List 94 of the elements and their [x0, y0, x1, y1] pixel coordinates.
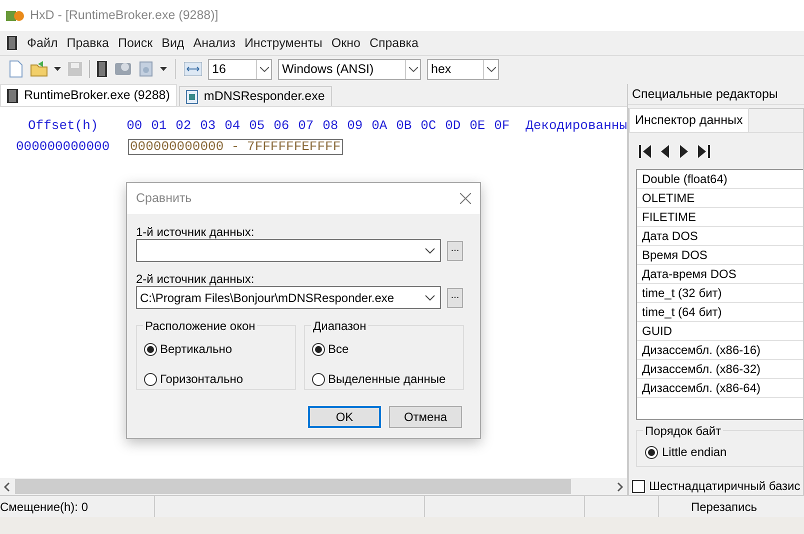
column-header: 0B	[396, 117, 413, 136]
offset-header: Offset(h)	[28, 117, 100, 136]
menu-item[interactable]: Правка	[66, 34, 109, 52]
dropdown-caret-icon[interactable]	[160, 67, 167, 71]
column-header: 06	[274, 117, 290, 136]
offset-cell-text: 000000000000	[16, 138, 111, 156]
previous-icon[interactable]	[661, 144, 670, 158]
menu-item[interactable]: Анализ	[193, 34, 236, 52]
dialog-title: Сравнить	[136, 190, 192, 208]
scroll-right-icon[interactable]	[616, 482, 624, 492]
inspector-row[interactable]: Дата DOS	[637, 227, 803, 246]
browse-button[interactable]: ...	[447, 240, 463, 260]
inspector-row[interactable]: FILETIME	[637, 208, 803, 227]
column-header: 0A	[372, 117, 388, 136]
option-label: Все	[328, 341, 349, 358]
inspector-row[interactable]: time_t (64 бит)	[637, 303, 803, 322]
option-label: Little endian	[662, 444, 727, 461]
menu-item[interactable]: Вид	[162, 34, 184, 52]
option-label: Горизонтально	[160, 371, 244, 388]
radio-button[interactable]	[312, 372, 325, 386]
address-range: 000000000000 - 7FFFFFFEFFFF	[128, 139, 343, 155]
radio-button[interactable]	[144, 372, 157, 386]
menu-item[interactable]: Инструменты	[244, 34, 322, 52]
column-header: 05	[249, 117, 266, 136]
column-header: 08	[322, 117, 340, 136]
field-label: 2-й источник данных:	[136, 271, 256, 286]
source-dropdown[interactable]	[136, 239, 441, 262]
menu-item[interactable]: Поиск	[118, 34, 153, 52]
dialog-button[interactable]: Отмена	[389, 406, 462, 428]
column-header: 0F	[494, 117, 511, 136]
inspector-row[interactable]: Время DOS	[637, 246, 803, 265]
inspector-tab[interactable]: Инспектор данных	[629, 108, 749, 132]
next-icon[interactable]	[679, 144, 688, 158]
inspector-row[interactable]: time_t (32 бит)	[637, 284, 803, 303]
app-logo-icon	[6, 8, 24, 22]
open-folder-icon[interactable]	[30, 61, 48, 77]
document-icon	[6, 36, 18, 50]
radio-button[interactable]	[645, 446, 658, 458]
column-header: 07	[298, 117, 315, 136]
first-icon[interactable]	[639, 144, 652, 158]
document-icon	[7, 88, 18, 102]
inspector-row[interactable]: Дизассембл. (x86-64)	[637, 379, 803, 398]
menu-item[interactable]: Окно	[331, 34, 360, 52]
status-offset: Смещение(h): 0	[0, 496, 155, 517]
window-title: HxD - [RuntimeBroker.exe (9288)]	[30, 7, 218, 24]
inspector-row[interactable]: Дата-время DOS	[637, 265, 803, 284]
menu-item[interactable]: Справка	[369, 34, 418, 52]
file-tab[interactable]: RuntimeBroker.exe (9288)	[0, 84, 177, 106]
close-icon[interactable]	[460, 193, 471, 204]
column-header: 00	[126, 117, 144, 136]
inspector-row[interactable]: Double (float64)	[637, 170, 803, 189]
scrollbar-thumb[interactable]	[15, 479, 571, 494]
inspector-row[interactable]: Дизассембл. (x86-16)	[637, 341, 803, 360]
column-header: 02	[176, 117, 192, 136]
menu-item[interactable]: Файл	[27, 34, 58, 52]
option-label: Выделенные данные	[328, 371, 446, 388]
column-header: 04	[224, 117, 242, 136]
column-width-icon	[184, 62, 202, 76]
new-file-icon[interactable]	[8, 60, 24, 78]
panel-title: Специальные редакторы	[628, 84, 804, 105]
column-header: 01	[151, 117, 168, 136]
file-tab[interactable]: mDNSResponder.exe	[178, 86, 332, 106]
column-header: 0C	[420, 117, 438, 136]
column-header: 0D	[445, 117, 462, 136]
last-icon[interactable]	[697, 144, 710, 158]
decoded-header: Декодированны	[526, 117, 627, 136]
field-label: 1-й источник данных:	[136, 224, 256, 239]
inspector-row[interactable]: GUID	[637, 322, 803, 341]
source-dropdown[interactable]: C:\Program Files\Bonjour\mDNSResponder.exe	[136, 286, 441, 309]
chevron-down-icon	[260, 66, 268, 72]
chevron-down-icon	[408, 66, 418, 72]
hex-file-icon	[186, 90, 198, 104]
encoding-dropdown[interactable]: Windows (ANSI)	[278, 58, 421, 80]
status-mode: Перезапись	[690, 498, 758, 516]
chevron-down-icon	[425, 294, 435, 300]
dropdown-caret-icon[interactable]	[54, 67, 61, 71]
radio-button[interactable]	[144, 342, 157, 356]
browse-button[interactable]: ...	[447, 288, 463, 308]
checkbox-label: Шестнадцатиричный базис	[649, 478, 800, 495]
checkbox[interactable]	[632, 480, 645, 492]
document-icon[interactable]	[96, 61, 108, 77]
scroll-left-icon[interactable]	[3, 482, 11, 492]
inspector-row[interactable]: OLETIME	[637, 189, 803, 208]
bytes-per-row-dropdown[interactable]: 16	[208, 58, 272, 80]
inspector-row[interactable]: Дизассембл. (x86-32)	[637, 360, 803, 379]
option-label: Вертикально	[160, 341, 232, 358]
dialog-button[interactable]: OK	[308, 406, 381, 428]
chevron-down-icon	[486, 66, 496, 72]
column-header: 09	[347, 117, 364, 136]
chevron-down-icon	[425, 248, 435, 254]
radio-button[interactable]	[312, 342, 325, 356]
column-header: 03	[200, 117, 217, 136]
offset-base-dropdown[interactable]: hex	[427, 58, 499, 80]
column-header: 0E	[470, 117, 486, 136]
